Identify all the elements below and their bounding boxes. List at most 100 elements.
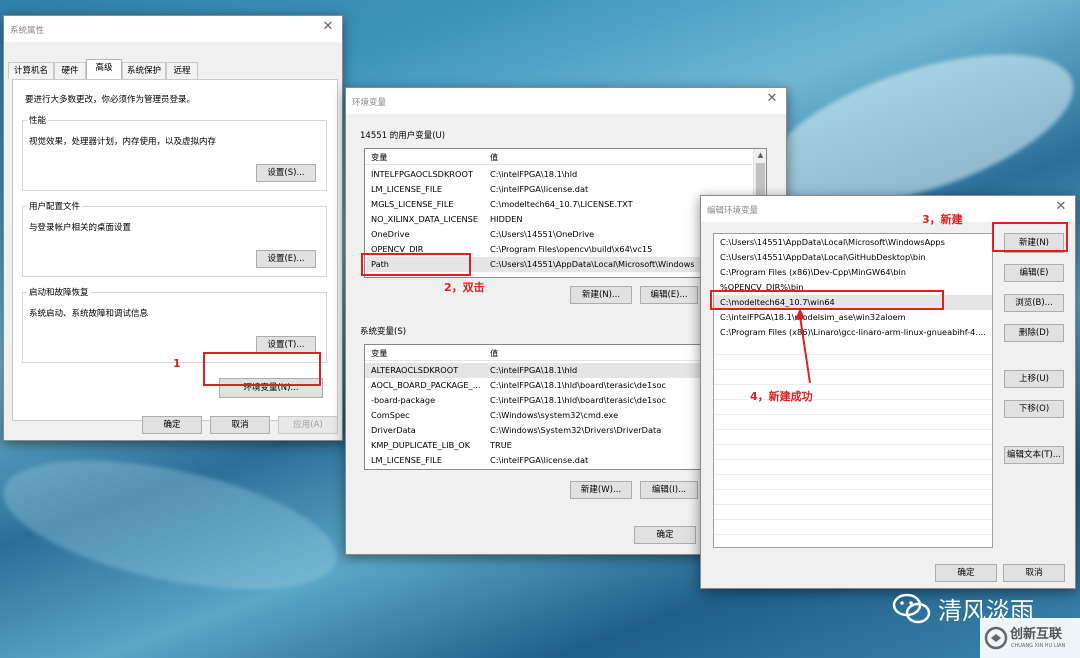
list-row[interactable]: KMP_DUPLICATE_LIB_OK TRUE [365,438,752,453]
move-down-button[interactable]: 下移(O) [1004,400,1064,418]
variable-name: MGLS_LICENSE_FILE [371,199,454,209]
variable-value: C:\intelFPGA\18.1\hld [490,365,578,375]
variable-name: LM_LICENSE_FILE [371,455,443,465]
window-title: 环境变量 [352,98,387,108]
user-profile-group: 用户配置文件 与登录帐户相关的桌面设置 设置(E)... [22,200,327,277]
move-up-button[interactable]: 上移(U) [1004,370,1064,388]
empty-rows [714,340,992,547]
column-value[interactable]: 值 [490,347,498,359]
variable-name: AOCL_BOARD_PACKAGE_... [371,380,481,390]
list-row[interactable]: INTELFPGAOCLSDKROOT C:\intelFPGA\18.1\hld [365,167,752,182]
performance-title: 性能 [27,114,49,126]
list-row[interactable]: OneDrive C:\Users\14551\OneDrive [365,227,752,242]
title-bar: 环境变量 ✕ [346,88,786,114]
variable-value: C:\intelFPGA\18.1\hld\board\terasic\de1s… [490,380,667,390]
tab-system-protection[interactable]: 系统保护 [122,62,166,79]
path-text: C:\Program Files (x86)\Dev-Cpp\MinGW64\b… [720,267,906,277]
variable-value: C:\Windows\system32\cmd.exe [490,410,619,420]
variable-value: C:\intelFPGA\18.1\hld\board\terasic\de1s… [490,395,667,405]
cancel-button[interactable]: 取消 [1003,564,1065,582]
list-header: 变量 值 [365,345,752,361]
annotation-step-2: 2，双击 [444,281,485,294]
variable-value: TRUE [490,440,512,450]
column-value[interactable]: 值 [490,151,498,163]
user-edit-button[interactable]: 编辑(E)... [640,286,698,304]
edit-text-button[interactable]: 编辑文本(T)... [1004,446,1064,464]
brand-logo-icon [984,626,1008,650]
path-item[interactable]: C:\Users\14551\AppData\Local\Microsoft\W… [714,235,992,250]
ok-button[interactable]: 确定 [142,416,202,434]
variable-value: C:\Users\14551\OneDrive [490,229,595,239]
title-bar: 编辑环境变量 ✕ [701,196,1075,222]
list-row[interactable]: NO_XILINX_DATA_LICENSE HIDDEN [365,212,752,227]
variable-value: C:\Windows\System32\Drivers\DriverData [490,425,662,435]
list-row[interactable]: ALTERAOCLSDKROOT C:\intelFPGA\18.1\hld [365,363,752,378]
variable-value: C:\intelFPGA\license.dat [490,184,589,194]
tab-remote[interactable]: 远程 [166,62,198,79]
scroll-up-icon[interactable]: ▲ [754,149,766,162]
list-row[interactable]: ComSpec C:\Windows\system32\cmd.exe [365,408,752,423]
path-text: C:\Users\14551\AppData\Local\Microsoft\W… [720,237,945,247]
list-header: 变量 值 [365,149,752,165]
variable-name: ComSpec [371,410,410,420]
column-variable[interactable]: 变量 [371,347,387,359]
path-text: C:\Users\14551\AppData\Local\GitHubDeskt… [720,252,926,262]
close-icon[interactable]: ✕ [1053,199,1069,215]
path-item[interactable]: C:\Users\14551\AppData\Local\GitHubDeskt… [714,250,992,265]
variable-value: C:\intelFPGA\license.dat [490,455,589,465]
variable-name: DriverData [371,425,416,435]
path-text: C:\intelFPGA\18.1\modelsim_ase\win32aloe… [720,312,906,322]
performance-settings-button[interactable]: 设置(S)... [256,164,316,182]
brand-watermark: 创新互联 CHUANG XIN HU LIAN [980,618,1080,658]
close-icon[interactable]: ✕ [764,91,780,107]
path-item[interactable]: C:\intelFPGA\18.1\modelsim_ase\win32aloe… [714,310,992,325]
ok-button[interactable]: 确定 [935,564,997,582]
tab-hardware[interactable]: 硬件 [54,62,86,79]
cancel-button[interactable]: 取消 [210,416,270,434]
performance-group: 性能 视觉效果，处理器计划，内存使用，以及虚拟内存 设置(S)... [22,114,327,191]
close-icon[interactable]: ✕ [320,19,336,35]
window-title: 系统属性 [10,26,45,36]
system-new-button[interactable]: 新建(W)... [570,481,632,499]
list-row[interactable]: MGLS_LICENSE_FILE C:\modeltech64_10.7\LIC… [365,197,752,212]
list-row[interactable]: -board-package C:\intelFPGA\18.1\hld\boar… [365,393,752,408]
title-bar: 系统属性 ✕ [4,16,342,42]
variable-name: ALTERAOCLSDKROOT [371,365,459,375]
variable-name: KMP_DUPLICATE_LIB_OK [371,440,471,450]
brand-subtitle: CHUANG XIN HU LIAN [1011,643,1066,649]
variable-name: LM_LICENSE_FILE [371,184,443,194]
user-profile-settings-button[interactable]: 设置(E)... [256,250,316,268]
highlight-new-button [992,222,1068,252]
performance-desc: 视觉效果，处理器计划，内存使用，以及虚拟内存 [29,137,217,147]
user-profile-title: 用户配置文件 [27,200,83,212]
ok-button[interactable]: 确定 [634,526,696,544]
user-profile-desc: 与登录帐户相关的桌面设置 [29,223,132,233]
wallpaper-wave [0,435,348,615]
edit-button[interactable]: 编辑(E) [1004,264,1064,282]
startup-recovery-title: 启动和故障恢复 [27,286,91,298]
system-variables-label: 系统变量(S) [360,327,407,337]
user-new-button[interactable]: 新建(N)... [570,286,632,304]
tab-advanced[interactable]: 高级 [86,59,122,80]
variable-value: C:\modeltech64_10.7\LICENSE.TXT [490,199,633,209]
apply-button[interactable]: 应用(A) [278,416,338,434]
annotation-step-3: 3，新建 [922,213,963,226]
list-row[interactable]: DriverData C:\Windows\System32\Drivers\Dr… [365,423,752,438]
annotation-step-1: 1 [173,357,181,370]
column-variable[interactable]: 变量 [371,151,387,163]
tab-computer-name[interactable]: 计算机名 [8,62,54,79]
highlight-new-path [710,290,944,310]
browse-button[interactable]: 浏览(B)... [1004,294,1064,312]
delete-button[interactable]: 删除(D) [1004,324,1064,342]
user-variables-label: 14551 的用户变量(U) [360,131,446,141]
path-item[interactable]: C:\Program Files (x86)\Linaro\gcc-linaro… [714,325,992,340]
window-title: 编辑环境变量 [707,206,759,216]
list-row[interactable]: LM_LICENSE_FILE C:\intelFPGA\license.dat [365,453,752,468]
list-row[interactable]: AOCL_BOARD_PACKAGE_... C:\intelFPGA\18.1\… [365,378,752,393]
header-row: 变量 值 [365,149,752,164]
path-item[interactable]: C:\Program Files (x86)\Dev-Cpp\MinGW64\b… [714,265,992,280]
list-row[interactable]: LM_LICENSE_FILE C:\intelFPGA\license.dat [365,182,752,197]
wechat-icon [892,593,931,624]
system-edit-button[interactable]: 编辑(I)... [640,481,698,499]
annotation-step-4: 4，新建成功 [750,390,813,403]
